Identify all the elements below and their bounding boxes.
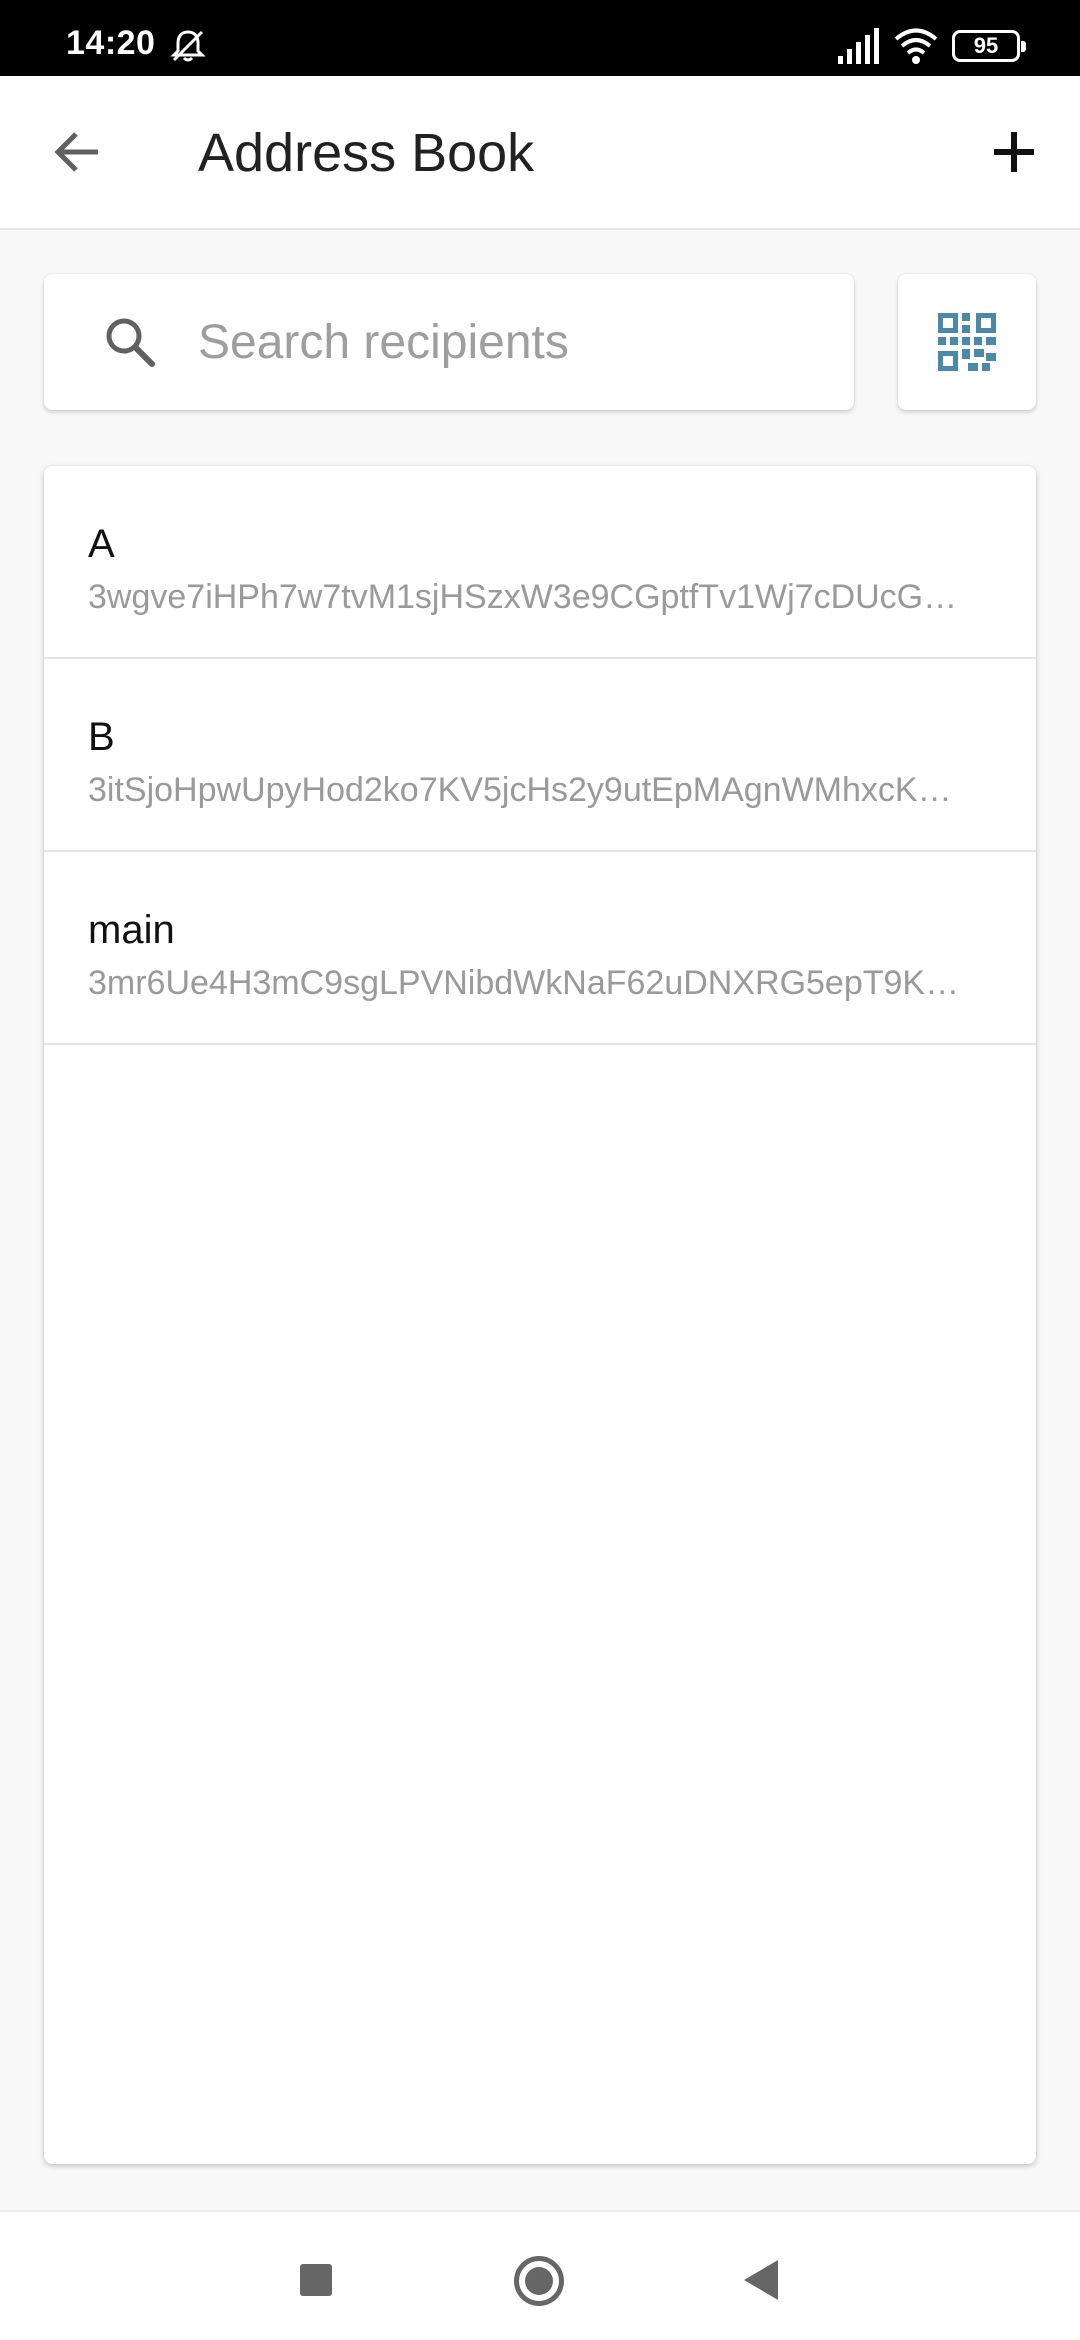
qr-code-icon bbox=[938, 313, 996, 371]
recipient-name: B bbox=[88, 715, 115, 759]
back-button[interactable] bbox=[38, 112, 118, 192]
recipient-name: A bbox=[88, 522, 115, 566]
cell-signal-icon bbox=[838, 28, 879, 64]
mute-icon bbox=[170, 30, 206, 62]
page-title: Address Book bbox=[198, 123, 535, 183]
search-box bbox=[44, 274, 854, 410]
recipient-address: 3wgve7iHPh7w7tvM1sjHSzxW3e9CGptfTv1Wj7cD… bbox=[88, 578, 958, 616]
battery-level: 95 bbox=[973, 33, 999, 58]
recipient-item-main[interactable]: main 3mr6Ue4H3mC9sgLPVNibdWkNaF62uDNXRG5… bbox=[44, 852, 1036, 1045]
home-icon[interactable] bbox=[514, 2256, 564, 2306]
recipient-item-b[interactable]: B 3itSjoHpwUpyHod2ko7KV5jcHs2y9utEpMAgnW… bbox=[44, 659, 1036, 852]
app-bar: Address Book bbox=[0, 76, 1080, 230]
add-recipient-button[interactable] bbox=[974, 112, 1054, 192]
wifi-icon bbox=[894, 28, 938, 64]
recipient-list: A 3wgve7iHPh7w7tvM1sjHSzxW3e9CGptfTv1Wj7… bbox=[44, 466, 1036, 2164]
system-nav-bar bbox=[0, 2210, 1080, 2340]
qr-scan-button[interactable] bbox=[898, 274, 1036, 410]
recents-icon[interactable] bbox=[300, 2264, 332, 2296]
status-time: 14:20 bbox=[66, 24, 156, 62]
arrow-left-icon bbox=[54, 132, 98, 172]
recipient-item-a[interactable]: A 3wgve7iHPh7w7tvM1sjHSzxW3e9CGptfTv1Wj7… bbox=[44, 466, 1036, 659]
search-input[interactable] bbox=[198, 304, 818, 380]
recipient-address: 3mr6Ue4H3mC9sgLPVNibdWkNaF62uDNXRG5epT9K… bbox=[88, 964, 960, 1002]
battery-icon: 95 bbox=[952, 30, 1026, 62]
recipient-name: main bbox=[88, 908, 175, 952]
search-icon bbox=[106, 318, 155, 367]
back-triangle-icon[interactable] bbox=[744, 2260, 778, 2300]
status-bar: 14:20 95 bbox=[0, 0, 1080, 76]
recipient-address: 3itSjoHpwUpyHod2ko7KV5jcHs2y9utEpMAgnWMh… bbox=[88, 771, 952, 809]
plus-icon bbox=[994, 132, 1034, 172]
